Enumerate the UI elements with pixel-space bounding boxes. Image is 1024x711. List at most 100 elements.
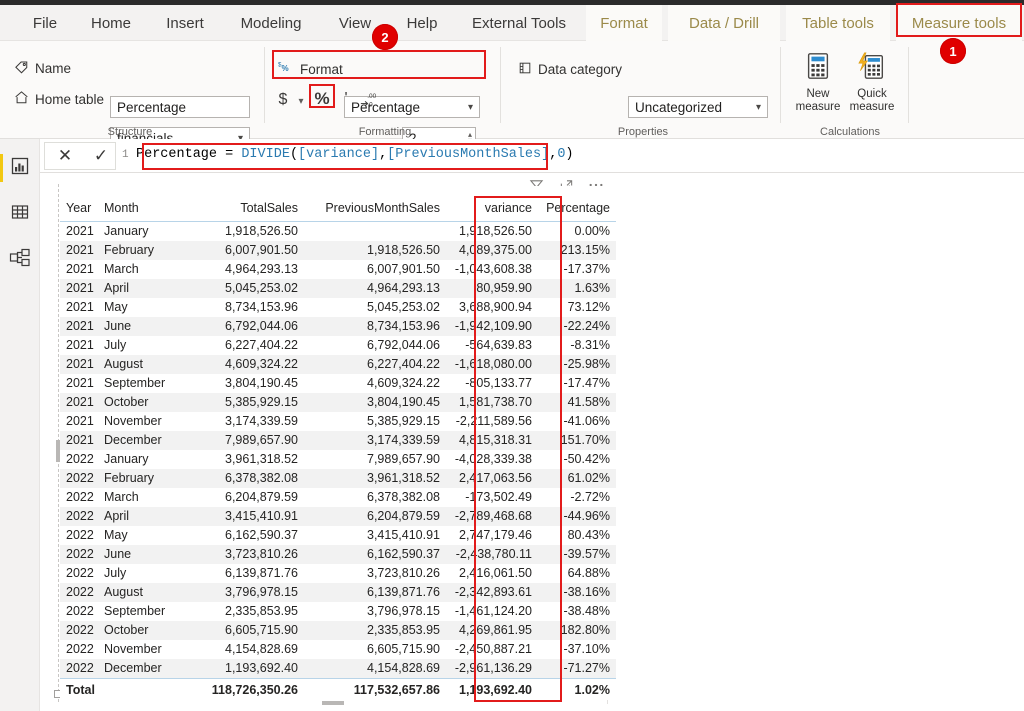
table-row[interactable]: 2022 November 4,154,828.69 6,605,715.90 -2,4… xyxy=(60,640,616,659)
table-row[interactable]: 2022 July 6,139,871.76 3,723,810.26 2,416,06… xyxy=(60,564,616,583)
new-measure-button[interactable]: New measure xyxy=(790,51,846,114)
tab-insert[interactable]: Insert xyxy=(152,5,218,41)
tab-format[interactable]: Format xyxy=(586,5,662,41)
table-row[interactable]: 2022 June 3,723,810.26 6,162,590.37 -2,438,7… xyxy=(60,545,616,564)
total-cell-totalsales: 118,726,350.26 xyxy=(184,678,304,700)
ribbon-tab-bar: File Home Insert Modeling View Help Exte… xyxy=(0,5,1024,41)
formatting-group-label: Formatting xyxy=(358,126,412,138)
cell-variance: 80,959.90 xyxy=(446,279,538,298)
cell-month: February xyxy=(98,241,184,260)
tab-data-drill[interactable]: Data / Drill xyxy=(668,5,780,41)
currency-dropdown-chevron-icon[interactable]: ▾ xyxy=(294,90,308,112)
percent-format-button[interactable]: % xyxy=(312,87,332,111)
cell-year: 2022 xyxy=(60,526,98,545)
cell-month: July xyxy=(98,564,184,583)
cell-year: 2022 xyxy=(60,564,98,583)
column-header-percentage[interactable]: Percentage xyxy=(538,198,616,222)
cell-variance: -2,450,887.21 xyxy=(446,640,538,659)
cell-variance: 2,747,179.46 xyxy=(446,526,538,545)
table-row[interactable]: 2021 November 3,174,339.59 5,385,929.15 -2,2… xyxy=(60,412,616,431)
tab-help[interactable]: Help xyxy=(394,5,450,41)
cell-percentage: 1.63% xyxy=(538,279,616,298)
cell-variance: 2,417,063.56 xyxy=(446,469,538,488)
table-row[interactable]: 2022 January 3,961,318.52 7,989,657.90 -4,02… xyxy=(60,450,616,469)
column-header-month[interactable]: Month xyxy=(98,198,184,222)
total-cell-previousmonthsales: 117,532,657.86 xyxy=(304,678,446,700)
table-row[interactable]: 2021 April 5,045,253.02 4,964,293.13 80,959.… xyxy=(60,279,616,298)
table-row[interactable]: 2021 August 4,609,324.22 6,227,404.22 -1,618… xyxy=(60,355,616,374)
sidebar-item-report-view[interactable] xyxy=(0,147,40,189)
thousands-separator-button[interactable]: ' xyxy=(338,87,354,111)
cell-totalsales: 6,378,382.08 xyxy=(184,469,304,488)
table-header: Year Month TotalSales PreviousMonthSales… xyxy=(60,198,616,222)
tab-home[interactable]: Home xyxy=(78,5,144,41)
tab-measure-tools[interactable]: Measure tools xyxy=(896,5,1022,41)
table-row[interactable]: 2021 September 3,804,190.45 4,609,324.22 -80… xyxy=(60,374,616,393)
table-row[interactable]: 2021 May 8,734,153.96 5,045,253.02 3,688,900… xyxy=(60,298,616,317)
table-row[interactable]: 2022 April 3,415,410.91 6,204,879.59 -2,789,… xyxy=(60,507,616,526)
table-row[interactable]: 2021 June 6,792,044.06 8,734,153.96 -1,942,1… xyxy=(60,317,616,336)
cell-month: September xyxy=(98,374,184,393)
formula-close-paren: ) xyxy=(565,147,574,162)
decrease-decimals-button[interactable]: .00 0 xyxy=(357,87,383,111)
table-row[interactable]: 2022 May 6,162,590.37 3,415,410.91 2,747,179… xyxy=(60,526,616,545)
cell-totalsales: 6,227,404.22 xyxy=(184,336,304,355)
cell-year: 2022 xyxy=(60,583,98,602)
accept-formula-button[interactable]: ✓ xyxy=(84,143,118,169)
table-row[interactable]: 2022 August 3,796,978.15 6,139,871.76 -2,342… xyxy=(60,583,616,602)
table-row[interactable]: 2022 December 1,193,692.40 4,154,828.69 -2,9… xyxy=(60,659,616,679)
table-row[interactable]: 2022 September 2,335,853.95 3,796,978.15 -1,… xyxy=(60,602,616,621)
cell-year: 2021 xyxy=(60,355,98,374)
cell-totalsales: 2,335,853.95 xyxy=(184,602,304,621)
table-row[interactable]: 2021 July 6,227,404.22 6,792,044.06 -564,639… xyxy=(60,336,616,355)
tab-table-tools[interactable]: Table tools xyxy=(786,5,890,41)
tab-file[interactable]: File xyxy=(18,5,72,41)
cell-totalsales: 4,154,828.69 xyxy=(184,640,304,659)
table-row[interactable]: 2021 January 1,918,526.50 1,918,526.50 0.00% xyxy=(60,221,616,241)
column-header-previousmonthsales[interactable]: PreviousMonthSales xyxy=(304,198,446,222)
bar-chart-icon xyxy=(10,156,30,181)
formula-text[interactable]: Percentage = DIVIDE([variance],[Previous… xyxy=(136,147,574,162)
tab-modeling[interactable]: Modeling xyxy=(226,5,316,41)
tab-external-tools[interactable]: External Tools xyxy=(458,5,580,41)
measure-name-input[interactable]: Percentage xyxy=(110,96,250,118)
cell-month: March xyxy=(98,260,184,279)
cell-previousmonthsales: 2,335,853.95 xyxy=(304,621,446,640)
group-separator-1 xyxy=(264,47,265,123)
dax-formula-bar: ✕ ✓ 1 Percentage = DIVIDE([variance],[Pr… xyxy=(40,139,1024,173)
table-row[interactable]: 2022 March 6,204,879.59 6,378,382.08 -173,50… xyxy=(60,488,616,507)
model-relationship-icon xyxy=(9,248,31,273)
cell-previousmonthsales: 4,609,324.22 xyxy=(304,374,446,393)
cell-variance: -1,618,080.00 xyxy=(446,355,538,374)
column-header-variance[interactable]: variance xyxy=(446,198,538,222)
cell-previousmonthsales: 4,154,828.69 xyxy=(304,659,446,679)
resize-handle-bottom-center[interactable] xyxy=(322,701,344,705)
table-row[interactable]: 2021 December 7,989,657.90 3,174,339.59 4,81… xyxy=(60,431,616,450)
cell-variance: -4,028,339.38 xyxy=(446,450,538,469)
cell-percentage: -25.98% xyxy=(538,355,616,374)
table-row[interactable]: 2022 February 6,378,382.08 3,961,318.52 2,41… xyxy=(60,469,616,488)
cell-totalsales: 5,045,253.02 xyxy=(184,279,304,298)
cell-variance: -2,211,589.56 xyxy=(446,412,538,431)
cell-month: January xyxy=(98,221,184,241)
sidebar-item-data-view[interactable] xyxy=(0,193,40,235)
cell-year: 2021 xyxy=(60,336,98,355)
table-row[interactable]: 2021 March 4,964,293.13 6,007,901.50 -1,043,… xyxy=(60,260,616,279)
table-row[interactable]: 2021 October 5,385,929.15 3,804,190.45 1,581… xyxy=(60,393,616,412)
cell-year: 2022 xyxy=(60,640,98,659)
currency-format-button[interactable]: $ xyxy=(273,88,293,112)
table-row[interactable]: 2021 February 6,007,901.50 1,918,526.50 4,08… xyxy=(60,241,616,260)
cell-year: 2022 xyxy=(60,545,98,564)
annotation-badge-2: 2 xyxy=(372,24,398,50)
column-header-totalsales[interactable]: TotalSales xyxy=(184,198,304,222)
quick-measure-button[interactable]: Quick measure xyxy=(844,51,900,114)
sidebar-item-model-view[interactable] xyxy=(0,239,40,281)
cancel-formula-button[interactable]: ✕ xyxy=(48,143,82,169)
column-header-year[interactable]: Year xyxy=(60,198,98,222)
data-category-select[interactable]: Uncategorized ▾ xyxy=(628,96,768,118)
cell-totalsales: 4,964,293.13 xyxy=(184,260,304,279)
table-header-row: Year Month TotalSales PreviousMonthSales… xyxy=(60,198,616,222)
table-row[interactable]: 2022 October 6,605,715.90 2,335,853.95 4,269… xyxy=(60,621,616,640)
cell-variance: 1,918,526.50 xyxy=(446,221,538,241)
chevron-down-icon: ▾ xyxy=(755,101,761,113)
